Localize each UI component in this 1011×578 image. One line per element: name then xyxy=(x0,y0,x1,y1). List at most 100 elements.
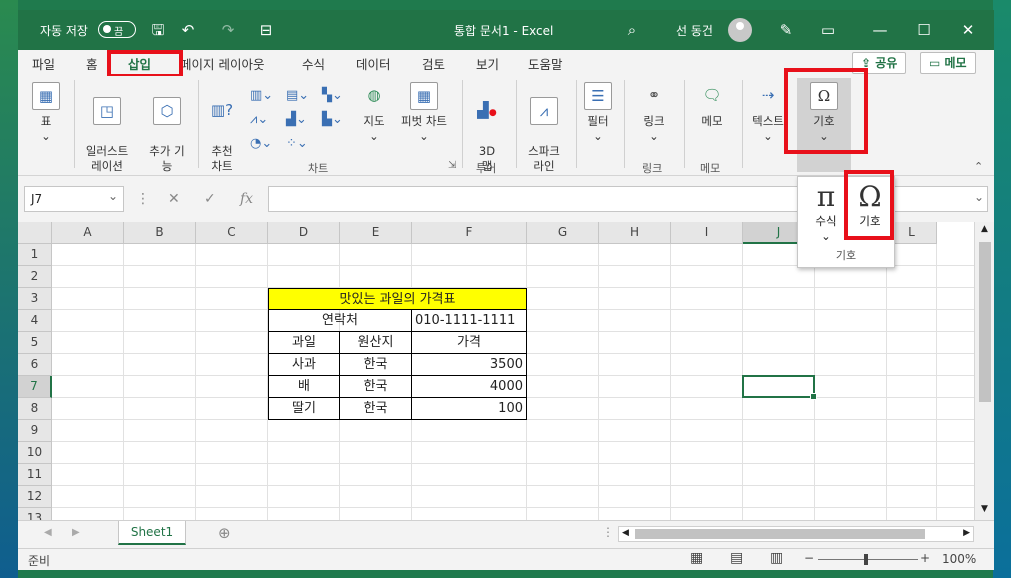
addins-button[interactable]: ⬡ 추가 기 능 xyxy=(142,82,192,174)
combo-chart-icon[interactable]: ▙⌄ xyxy=(322,112,343,127)
row-header[interactable]: 7 xyxy=(18,376,52,398)
row-header[interactable]: 1 xyxy=(18,244,52,266)
scroll-thumb[interactable] xyxy=(979,242,991,402)
search-icon[interactable]: ⌕ xyxy=(622,20,642,40)
scroll-right-icon[interactable]: ▶ xyxy=(963,528,970,538)
tab-page-layout[interactable]: 페이지 레이아웃 xyxy=(180,54,264,73)
cell-fruit[interactable]: 사과 xyxy=(268,354,340,376)
dialog-launcher-icon[interactable]: ⇲ xyxy=(448,160,456,171)
cancel-icon[interactable]: ✕ xyxy=(168,191,180,207)
quick-access-form-icon[interactable]: ⊟ xyxy=(256,20,276,40)
column-header[interactable]: G xyxy=(527,222,599,244)
cell-origin[interactable]: 한국 xyxy=(340,354,412,376)
cell-origin[interactable]: 한국 xyxy=(340,376,412,398)
row-header[interactable]: 3 xyxy=(18,288,52,310)
comment-button[interactable]: 🗨 메모 xyxy=(694,82,730,129)
row-header[interactable]: 10 xyxy=(18,442,52,464)
link-button[interactable]: ⚭ 링크 ⌄ xyxy=(636,82,672,144)
tab-file[interactable]: 파일 xyxy=(32,54,55,73)
cell-fruit[interactable]: 딸기 xyxy=(268,398,340,420)
pie-chart-icon[interactable]: ◔⌄ xyxy=(250,136,272,151)
cell-header[interactable]: 원산지 xyxy=(340,332,412,354)
vertical-scrollbar[interactable]: ▲ ▼ xyxy=(974,222,994,520)
collapse-ribbon-icon[interactable]: ⌃ xyxy=(974,160,983,173)
close-icon[interactable]: ✕ xyxy=(958,20,978,40)
expand-formula-icon[interactable]: ⌄ xyxy=(974,190,984,204)
text-button[interactable]: ⇢ 텍스트 ⌄ xyxy=(748,82,788,144)
scroll-left-icon[interactable]: ◀ xyxy=(622,528,629,538)
column-header[interactable]: B xyxy=(124,222,196,244)
minimize-icon[interactable]: — xyxy=(870,20,890,40)
name-box[interactable]: J7 xyxy=(24,184,124,212)
row-header[interactable]: 2 xyxy=(18,266,52,288)
column-chart-icon[interactable]: ▥⌄ xyxy=(250,88,273,103)
recommended-charts-button[interactable]: ▥? 추천 차트 xyxy=(204,82,240,174)
sheet-tab[interactable]: Sheet1 xyxy=(118,521,186,545)
row-header[interactable]: 4 xyxy=(18,310,52,332)
enter-icon[interactable]: ✓ xyxy=(204,191,216,207)
waterfall-chart-icon[interactable]: ▚⌄ xyxy=(322,88,343,103)
cell-price[interactable]: 3500 xyxy=(412,354,527,376)
cell-price[interactable]: 4000 xyxy=(412,376,527,398)
prev-sheet-icon[interactable]: ◀ xyxy=(44,527,52,538)
zoom-out-icon[interactable]: − xyxy=(804,551,814,565)
table-button[interactable]: ▦ 표 ⌄ xyxy=(30,82,62,144)
tab-home[interactable]: 홈 xyxy=(86,54,98,73)
save-icon[interactable]: 🖫 xyxy=(148,20,168,40)
column-header[interactable]: D xyxy=(268,222,340,244)
page-break-view-icon[interactable]: ▥ xyxy=(770,550,783,566)
tab-formulas[interactable]: 수식 xyxy=(302,54,325,73)
pivot-chart-button[interactable]: ▦ 피벗 차트 ⌄ xyxy=(396,82,452,144)
pen-icon[interactable]: ✎ xyxy=(776,20,796,40)
column-header[interactable]: I xyxy=(671,222,743,244)
cell-table-title[interactable]: 맛있는 과일의 가격표 xyxy=(268,288,527,310)
zoom-in-icon[interactable]: + xyxy=(920,551,930,565)
row-header[interactable]: 9 xyxy=(18,420,52,442)
comments-button[interactable]: ▭ 메모 xyxy=(920,52,976,74)
tab-view[interactable]: 보기 xyxy=(476,54,499,73)
page-layout-view-icon[interactable]: ▤ xyxy=(730,550,743,566)
undo-icon[interactable]: ↶ xyxy=(178,20,198,40)
illustrations-button[interactable]: ◳ 일러스트 레이션 xyxy=(80,82,134,174)
tab-review[interactable]: 검토 xyxy=(422,54,445,73)
select-all-corner[interactable] xyxy=(18,222,52,244)
tab-data[interactable]: 데이터 xyxy=(356,54,391,73)
equation-button[interactable]: π 수식 ⌄ xyxy=(808,181,844,244)
row-header[interactable]: 8 xyxy=(18,398,52,420)
cell-contact-label[interactable]: 연락처 xyxy=(268,310,412,332)
horizontal-scrollbar[interactable]: ◀ ▶ xyxy=(618,526,974,542)
next-sheet-icon[interactable]: ▶ xyxy=(72,527,80,538)
zoom-slider-thumb[interactable] xyxy=(864,554,868,565)
hierarchy-chart-icon[interactable]: ▤⌄ xyxy=(286,88,309,103)
tab-help[interactable]: 도움말 xyxy=(528,54,563,73)
zoom-level[interactable]: 100% xyxy=(942,552,976,566)
normal-view-icon[interactable]: ▦ xyxy=(690,550,703,566)
cell-contact-value[interactable]: 010-1111-1111 xyxy=(412,310,527,332)
column-header[interactable]: F xyxy=(412,222,527,244)
row-header[interactable]: 5 xyxy=(18,332,52,354)
scatter-chart-icon[interactable]: ⁘⌄ xyxy=(286,136,308,151)
column-header[interactable]: C xyxy=(196,222,268,244)
line-chart-icon[interactable]: ⩘⌄ xyxy=(250,112,268,127)
statistic-chart-icon[interactable]: ▟⌄ xyxy=(286,112,307,127)
ribbon-display-icon[interactable]: ▭ xyxy=(818,20,838,40)
autosave-toggle[interactable]: 끔 xyxy=(98,21,136,38)
column-header[interactable]: E xyxy=(340,222,412,244)
redo-icon[interactable]: ↷ xyxy=(218,20,238,40)
maps-button[interactable]: ◍ 지도 ⌄ xyxy=(358,82,390,144)
row-header[interactable]: 11 xyxy=(18,464,52,486)
hscroll-thumb[interactable] xyxy=(635,529,925,539)
scroll-down-icon[interactable]: ▼ xyxy=(981,504,988,514)
cell-fruit[interactable]: 배 xyxy=(268,376,340,398)
maximize-icon[interactable]: ☐ xyxy=(914,20,934,40)
avatar[interactable] xyxy=(728,18,752,42)
filter-button[interactable]: ☰ 필터 ⌄ xyxy=(582,82,614,144)
column-header[interactable]: H xyxy=(599,222,671,244)
cell-origin[interactable]: 한국 xyxy=(340,398,412,420)
cell-price[interactable]: 100 xyxy=(412,398,527,420)
zoom-slider[interactable] xyxy=(818,559,918,560)
row-header[interactable]: 6 xyxy=(18,354,52,376)
cell-header[interactable]: 과일 xyxy=(268,332,340,354)
add-sheet-icon[interactable]: ⊕ xyxy=(218,524,231,542)
sparklines-button[interactable]: ⩘ 스파크 라인 xyxy=(522,82,566,174)
